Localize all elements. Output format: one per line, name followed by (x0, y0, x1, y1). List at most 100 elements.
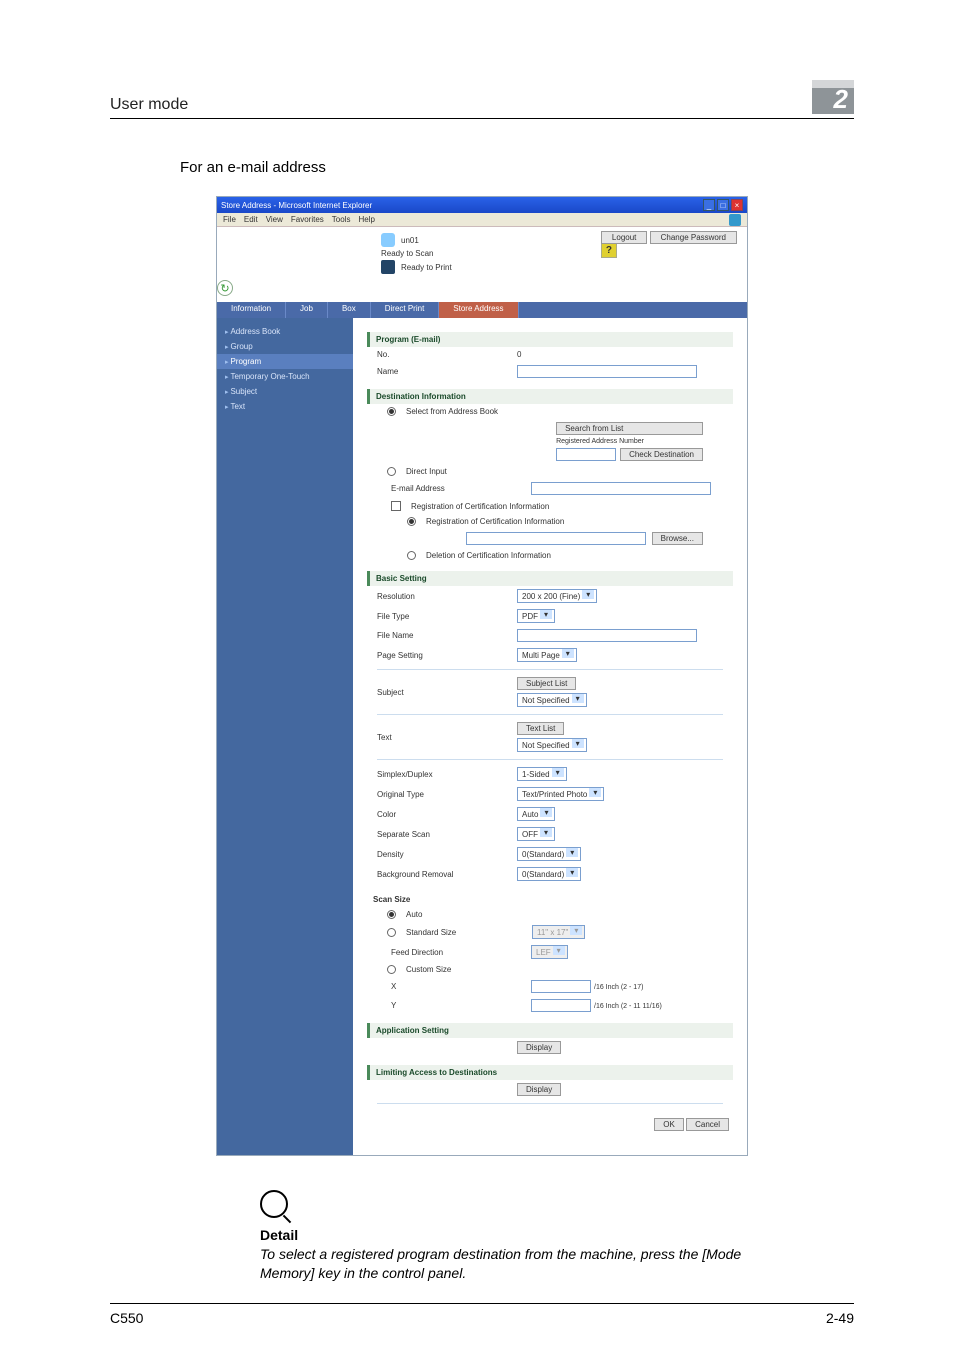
tab-direct-print[interactable]: Direct Print (371, 302, 440, 318)
label-direct-input: Direct Input (406, 467, 447, 476)
section-program-email: Program (E-mail) (367, 332, 733, 347)
tab-job[interactable]: Job (286, 302, 328, 318)
window-title: Store Address - Microsoft Internet Explo… (221, 201, 372, 210)
main-panel: Program (E-mail) No.0 Name Destination I… (353, 318, 747, 1155)
label-file-name: File Name (377, 631, 517, 640)
menu-favorites[interactable]: Favorites (291, 215, 324, 224)
separate-scan-select[interactable]: OFF (517, 827, 555, 841)
label-page-setting: Page Setting (377, 651, 517, 660)
file-type-select[interactable]: PDF (517, 609, 555, 623)
sidebar-item-program[interactable]: Program (217, 354, 353, 369)
subject-list-button[interactable]: Subject List (517, 677, 576, 690)
label-scan-custom: Custom Size (406, 965, 451, 974)
radio-scan-standard[interactable] (387, 928, 396, 937)
original-type-select[interactable]: Text/Printed Photo (517, 787, 604, 801)
email-address-input[interactable] (531, 482, 711, 495)
sidebar-item-temporary-one-touch[interactable]: Temporary One-Touch (217, 369, 353, 384)
text-select[interactable]: Not Specified (517, 738, 587, 752)
section-application-setting: Application Setting (367, 1023, 733, 1038)
unit-x: /16 Inch (2 - 17) (594, 984, 643, 991)
menu-edit[interactable]: Edit (244, 215, 258, 224)
change-password-button[interactable]: Change Password (650, 231, 737, 244)
radio-deletion-cert-info[interactable] (407, 551, 416, 560)
help-icon[interactable]: ? (601, 242, 617, 258)
page-setting-select[interactable]: Multi Page (517, 648, 577, 662)
menu-view[interactable]: View (266, 215, 283, 224)
window-titlebar: Store Address - Microsoft Internet Explo… (217, 197, 747, 213)
resolution-select[interactable]: 200 x 200 (Fine) (517, 589, 597, 603)
label-background-removal: Background Removal (377, 870, 517, 879)
ie-logo-icon (729, 214, 741, 226)
section-title: For an e-mail address (180, 159, 854, 176)
tab-information[interactable]: Information (217, 302, 286, 318)
page-footer: C550 2-49 (110, 1303, 854, 1326)
label-original-type: Original Type (377, 790, 517, 799)
label-custom-x: X (391, 982, 531, 991)
unit-y: /16 Inch (2 - 11 11/16) (594, 1003, 662, 1010)
feed-direction-select[interactable]: LEF (531, 945, 568, 959)
tab-box[interactable]: Box (328, 302, 371, 318)
ok-button[interactable]: OK (654, 1118, 684, 1131)
custom-y-input[interactable] (531, 999, 591, 1012)
radio-scan-auto[interactable] (387, 910, 396, 919)
label-separate-scan: Separate Scan (377, 830, 517, 839)
sidebar-item-text[interactable]: Text (217, 399, 353, 414)
search-from-list-button[interactable]: Search from List (556, 422, 703, 435)
value-no: 0 (517, 350, 723, 359)
section-destination-info: Destination Information (367, 389, 733, 404)
detail-heading: Detail (260, 1227, 794, 1243)
cancel-button[interactable]: Cancel (686, 1118, 729, 1131)
detail-note: Detail To select a registered program de… (260, 1190, 794, 1283)
simplex-duplex-select[interactable]: 1-Sided (517, 767, 567, 781)
color-select[interactable]: Auto (517, 807, 555, 821)
label-scan-standard: Standard Size (406, 928, 526, 937)
custom-x-input[interactable] (531, 980, 591, 993)
refresh-icon[interactable]: ↻ (217, 280, 233, 296)
detail-body: To select a registered program destinati… (260, 1245, 794, 1283)
logout-button[interactable]: Logout (601, 231, 647, 244)
close-icon[interactable]: × (731, 199, 743, 211)
footer-model: C550 (110, 1310, 143, 1326)
label-simplex-duplex: Simplex/Duplex (377, 770, 517, 779)
background-removal-select[interactable]: 0(Standard) (517, 867, 581, 881)
subject-select[interactable]: Not Specified (517, 693, 587, 707)
sidebar-item-group[interactable]: Group (217, 339, 353, 354)
page-header: un01 Ready to Scan Ready to Print Logout… (217, 227, 747, 278)
checkbox-registration-cert-info[interactable] (391, 501, 401, 511)
name-input[interactable] (517, 365, 697, 378)
chapter-number-badge: 2 (812, 80, 854, 114)
sidebar-item-subject[interactable]: Subject (217, 384, 353, 399)
menu-help[interactable]: Help (358, 215, 374, 224)
label-email-address: E-mail Address (391, 484, 531, 493)
radio-registration-cert-info[interactable] (407, 517, 416, 526)
application-display-button[interactable]: Display (517, 1041, 561, 1054)
check-destination-button[interactable]: Check Destination (620, 448, 703, 461)
tab-store-address[interactable]: Store Address (439, 302, 518, 318)
minimize-icon[interactable]: _ (703, 199, 715, 211)
radio-scan-custom[interactable] (387, 965, 396, 974)
label-file-type: File Type (377, 612, 517, 621)
maximize-icon[interactable]: □ (717, 199, 729, 211)
section-limiting-access: Limiting Access to Destinations (367, 1065, 733, 1080)
file-name-input[interactable] (517, 629, 697, 642)
label-registered-address-number: Registered Address Number (556, 438, 703, 445)
status-print: Ready to Print (401, 263, 452, 272)
menu-tools[interactable]: Tools (332, 215, 351, 224)
density-select[interactable]: 0(Standard) (517, 847, 581, 861)
label-deletion-cert-info: Deletion of Certification Information (426, 551, 551, 560)
menu-file[interactable]: File (223, 215, 236, 224)
text-list-button[interactable]: Text List (517, 722, 564, 735)
label-density: Density (377, 850, 517, 859)
running-head: User mode 2 (110, 80, 854, 119)
standard-size-select[interactable]: 11" x 17" (532, 925, 585, 939)
label-radio-registration-cert-info: Registration of Certification Informatio… (426, 517, 564, 526)
label-subject: Subject (377, 688, 517, 697)
sidebar: Address Book Group Program Temporary One… (217, 318, 353, 1155)
cert-file-input[interactable] (466, 532, 646, 545)
radio-select-from-address-book[interactable] (387, 407, 396, 416)
registered-address-number-input[interactable] (556, 448, 616, 461)
radio-direct-input[interactable] (387, 467, 396, 476)
sidebar-item-address-book[interactable]: Address Book (217, 324, 353, 339)
limiting-display-button[interactable]: Display (517, 1083, 561, 1096)
browse-button[interactable]: Browse... (652, 532, 703, 545)
